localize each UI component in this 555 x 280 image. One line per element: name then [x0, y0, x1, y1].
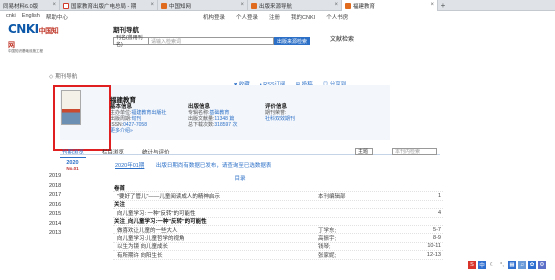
article-title[interactable]: 有所期许 向阳生长 — [113, 251, 163, 259]
search-title: 期刊导航 — [113, 27, 139, 34]
punctuation-icon[interactable]: °, — [498, 261, 506, 269]
close-icon[interactable]: × — [150, 2, 154, 8]
inner-search-input[interactable]: 本刊内检索 — [392, 148, 437, 155]
issue-label[interactable]: 2020年01期 — [115, 163, 144, 169]
issue-no-link[interactable]: No.01 — [49, 166, 96, 171]
breadcrumb[interactable]: 期刊导航 — [49, 72, 77, 80]
site-top-nav: cnki English 帮助中心 机构登录 个人登录 注册 我的CNKI 个人… — [0, 12, 555, 22]
article-list: 卷首 "要好了管儿"——儿童阅读成人的精神启示 本刊编辑部 1 关注 向儿童学习: 一种"… — [113, 184, 443, 260]
article-author[interactable]: 本刊编辑部 — [318, 192, 346, 200]
close-icon[interactable]: × — [240, 2, 244, 8]
year-item[interactable]: 2020 No.01 — [46, 160, 96, 173]
article-pages: 10-11 — [427, 243, 441, 250]
logo-subtitle: 中国知识基础设施工程 — [8, 49, 43, 53]
article-title[interactable]: "要好了管儿"——儿童阅读成人的精神启示 — [113, 192, 220, 200]
journal-title: 福建教育 — [110, 97, 136, 104]
personal-study-link[interactable]: 个人书房 — [326, 13, 348, 21]
content-tabs: 刊期浏览 栏目浏览 统计与评价 — [60, 147, 186, 158]
browser-tab-4[interactable]: 出版来源导航 × — [248, 0, 342, 11]
section-title: 关注_向儿童学习:一种"反转"的可能性 — [114, 219, 207, 226]
page-icon — [63, 2, 69, 9]
nav-cnki-link[interactable]: cnki — [6, 13, 16, 21]
article-pages: 12-13 — [426, 251, 441, 258]
article-title[interactable]: 向儿童学习: 一种"反转"的可能性 — [113, 209, 195, 217]
logo-brand: CNKI — [8, 22, 39, 36]
evaluation-info: 评价信息 期刊荣誉: 社科双效期刊 — [265, 104, 296, 122]
personal-login-link[interactable]: 个人登录 — [236, 13, 258, 21]
year-item[interactable]: 2015 — [46, 211, 96, 221]
article-pages: 4 — [437, 209, 441, 216]
highlight-box — [53, 85, 111, 151]
topic-select[interactable]: 主题 — [355, 148, 373, 155]
year-item[interactable]: 2016 — [46, 202, 96, 212]
year-item[interactable]: 2017 — [46, 192, 96, 202]
issue-note[interactable]: 出版日期尚有数据已发布，请查询至已选数据表 — [156, 163, 272, 169]
publish-info: 出版信息 专辑名称:基础教育 出版文献量:11348 篇 总下载次数:31859… — [188, 104, 238, 128]
article-pages: 5-7 — [433, 226, 441, 233]
issue-header: 2020年01期 出版日期尚有数据已发布，请查询至已选数据表 — [115, 161, 271, 169]
close-icon[interactable]: × — [334, 2, 338, 8]
article-title[interactable]: 做喜欢让儿童的一些大人 — [113, 226, 178, 234]
institution-login-link[interactable]: 机构登录 — [203, 13, 225, 21]
year-item[interactable]: 2013 — [46, 230, 96, 240]
browser-tab-1[interactable]: 同易材料6.0版 × — [0, 0, 60, 11]
advanced-search-link[interactable]: 文献检索 — [330, 34, 354, 43]
article-title[interactable]: 以生为镜 向儿童成长 — [113, 242, 168, 250]
chinese-mode-icon[interactable]: 中 — [478, 261, 486, 269]
ime-icon[interactable]: S — [468, 261, 476, 269]
article-author[interactable]: 张家妮; — [318, 251, 336, 259]
new-tab-button[interactable]: + — [438, 0, 448, 10]
more-intro-link[interactable]: 更多介绍» — [110, 128, 166, 134]
year-item[interactable]: 2018 — [46, 183, 96, 193]
toc-label: 目录 — [234, 176, 246, 182]
article-row[interactable]: 有所期许 向阳生长 张家妮; 12-13 — [113, 251, 443, 260]
tab-statistics[interactable]: 统计与评价 — [140, 147, 172, 158]
cnki-favicon-icon — [345, 2, 351, 9]
section-title: 卷首 — [114, 185, 126, 192]
tab-column-browse[interactable]: 栏目浏览 — [100, 147, 126, 158]
search-field-select[interactable]: 刊名(曾用刊名) — [113, 35, 149, 48]
cnki-favicon-icon — [251, 2, 257, 9]
year-item[interactable]: 2019 — [46, 173, 96, 183]
nav-english-link[interactable]: English — [22, 13, 40, 21]
moon-icon[interactable]: ☾ — [488, 261, 496, 269]
register-link[interactable]: 注册 — [269, 13, 280, 21]
article-author[interactable]: 高振宇; — [318, 234, 336, 242]
close-icon[interactable]: × — [52, 2, 56, 8]
article-author[interactable]: 钱琴; — [318, 242, 331, 250]
voice-icon[interactable]: ♫ — [518, 261, 526, 269]
search-button[interactable]: 出版来源检索 — [274, 37, 310, 45]
browser-tab-2[interactable]: 国家教育出版广电总局 - 期 × — [60, 0, 158, 11]
basic-info: 基本信息 主办单位:福建教育出版社 出版周期:旬刊 ISSN:0427-7058… — [110, 104, 167, 134]
tab-divider — [60, 154, 440, 155]
my-cnki-link[interactable]: 我的CNKI — [291, 13, 315, 21]
article-row[interactable]: "要好了管儿"——儿童阅读成人的精神启示 本刊编辑部 1 — [113, 192, 443, 201]
article-pages: 1 — [437, 193, 441, 200]
system-tray: S 中 ☾ °, ▦ ♫ ✿ ⚙ — [468, 261, 548, 269]
browser-tab-strip: 同易材料6.0版 × 国家教育出版广电总局 - 期 × 中国知网 × 出版来源导… — [0, 0, 555, 11]
close-icon[interactable]: × — [430, 2, 434, 8]
nav-help-link[interactable]: 帮助中心 — [46, 13, 68, 21]
browser-tab-active[interactable]: 福建教育 × — [342, 0, 438, 11]
article-author[interactable]: 丁学东; — [318, 226, 336, 234]
skin-icon[interactable]: ✿ — [528, 261, 536, 269]
article-pages: 8-9 — [433, 235, 441, 242]
tab-issue-browse[interactable]: 刊期浏览 — [60, 147, 87, 158]
year-list: 2020 No.01 2019 2018 2017 2016 2015 2014 … — [46, 160, 96, 240]
browser-tab-3[interactable]: 中国知网 × — [158, 0, 248, 11]
settings-icon[interactable]: ⚙ — [538, 261, 546, 269]
section-title: 关注 — [114, 202, 126, 209]
search-area: 期刊导航 刊名(曾用刊名) 请输入检索词 出版来源检索 — [113, 24, 310, 48]
keyboard-icon[interactable]: ▦ — [508, 261, 516, 269]
article-title[interactable]: 向儿童学习:儿童哲学的视角 — [113, 234, 185, 242]
cnki-favicon-icon — [161, 2, 167, 9]
cnki-logo[interactable]: CNKI中国知网 中国知识基础设施工程 — [8, 22, 60, 53]
year-item[interactable]: 2014 — [46, 221, 96, 231]
search-input[interactable]: 请输入检索词 — [149, 37, 274, 45]
